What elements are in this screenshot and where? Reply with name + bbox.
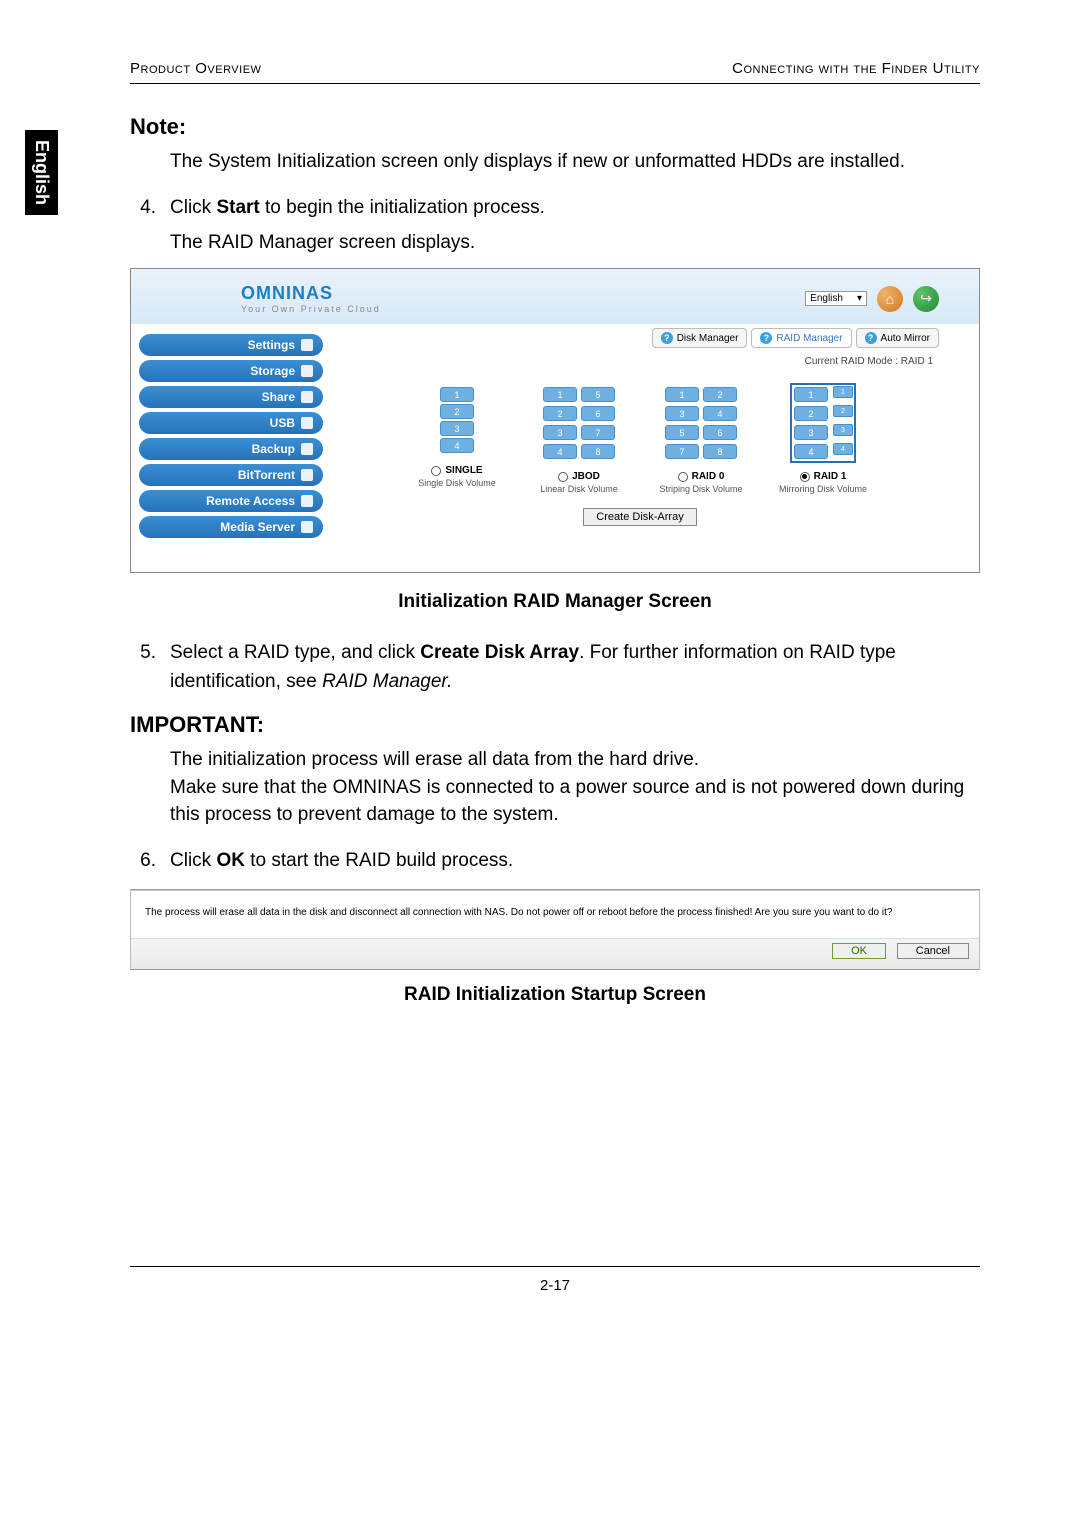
backup-icon (301, 443, 313, 455)
important-heading: IMPORTANT: (130, 712, 980, 738)
remote-icon (301, 495, 313, 507)
sidebar-label: Backup (252, 442, 295, 456)
step5-number: 5. (130, 639, 170, 696)
header-left: Product Overview (130, 60, 261, 77)
sidebar: Settings Storage Share USB Backup BitTor… (131, 324, 331, 572)
sidebar-item-bittorrent[interactable]: BitTorrent (139, 464, 323, 486)
step4-part-c: to begin the initialization process. (260, 197, 545, 218)
step4-bold: Start (216, 197, 259, 218)
note-body: The System Initialization screen only di… (170, 148, 980, 176)
step6-number: 6. (130, 847, 170, 876)
gear-icon (301, 339, 313, 351)
tab-label: Disk Manager (677, 333, 739, 344)
note-heading: Note: (130, 114, 980, 140)
tab-disk-manager[interactable]: ? Disk Manager (652, 328, 748, 348)
media-icon (301, 521, 313, 533)
figure-caption-2: RAID Initialization Startup Screen (130, 984, 980, 1006)
step6-part-c: to start the RAID build process. (245, 850, 513, 871)
tab-raid-manager[interactable]: ? RAID Manager (751, 328, 851, 348)
language-tab: English (25, 130, 58, 215)
app-logo-sub: Your Own Private Cloud (241, 304, 381, 314)
footer-rule (130, 1266, 980, 1267)
raid-label: SINGLE (445, 465, 482, 476)
sidebar-item-backup[interactable]: Backup (139, 438, 323, 460)
sidebar-item-usb[interactable]: USB (139, 412, 323, 434)
sidebar-label: Storage (250, 364, 295, 378)
usb-icon (301, 417, 313, 429)
sidebar-label: Share (262, 390, 295, 404)
bittorrent-icon (301, 469, 313, 481)
sidebar-item-share[interactable]: Share (139, 386, 323, 408)
raid1-disk-diagram: 11 22 33 44 (792, 385, 854, 461)
sidebar-label: Settings (248, 338, 295, 352)
important-body: The initialization process will erase al… (170, 746, 980, 829)
radio-icon[interactable] (431, 466, 441, 476)
confirmation-dialog: The process will erase all data in the d… (130, 889, 980, 970)
raid-option-single[interactable]: 1234 SINGLE Single Disk Volume (409, 385, 505, 494)
raid-option-raid0[interactable]: 12 34 56 78 RAID 0 Striping Disk Volume (653, 385, 749, 494)
tab-label: Auto Mirror (881, 333, 930, 344)
sidebar-label: Media Server (220, 520, 295, 534)
step5-bold: Create Disk Array (420, 642, 579, 663)
create-disk-array-button[interactable]: Create Disk-Array (583, 508, 696, 526)
step5-text: Select a RAID type, and click Create Dis… (170, 639, 980, 696)
sidebar-label: Remote Access (206, 494, 295, 508)
current-raid-mode: Current RAID Mode : RAID 1 (341, 356, 939, 367)
header-rule (130, 83, 980, 84)
share-icon (301, 391, 313, 403)
dialog-message: The process will erase all data in the d… (141, 897, 969, 932)
ok-button[interactable]: OK (832, 943, 886, 959)
step5-italic: RAID Manager. (322, 671, 452, 692)
page-number: 2-17 (130, 1277, 980, 1294)
raid-label: JBOD (572, 471, 600, 482)
question-icon: ? (760, 332, 772, 344)
raid-label: RAID 0 (692, 471, 725, 482)
step4-part-a: Click (170, 197, 216, 218)
sidebar-label: BitTorrent (238, 468, 295, 482)
raid-option-jbod[interactable]: 15 26 37 48 JBOD Linear Disk Volume (531, 385, 627, 494)
step5-part-a: Select a RAID type, and click (170, 642, 420, 663)
language-select[interactable]: English ▾ (805, 291, 867, 306)
raid-label: RAID 1 (814, 471, 847, 482)
step4-number: 4. (130, 194, 170, 223)
header-right: Connecting with the Finder Utility (732, 60, 980, 77)
sidebar-item-settings[interactable]: Settings (139, 334, 323, 356)
home-icon[interactable]: ⌂ (877, 286, 903, 312)
language-select-value: English (810, 293, 843, 304)
cancel-button[interactable]: Cancel (897, 943, 969, 959)
single-disk-diagram: 1234 (438, 385, 476, 455)
step6-bold: OK (216, 850, 245, 871)
radio-icon[interactable] (800, 472, 810, 482)
jbod-disk-diagram: 15 26 37 48 (541, 385, 617, 461)
step6-part-a: Click (170, 850, 216, 871)
raid-desc: Mirroring Disk Volume (779, 484, 867, 494)
raid-desc: Linear Disk Volume (540, 484, 618, 494)
sidebar-item-remote[interactable]: Remote Access (139, 490, 323, 512)
sidebar-item-media[interactable]: Media Server (139, 516, 323, 538)
step4-text: Click Start to begin the initialization … (170, 194, 980, 223)
tab-label: RAID Manager (776, 333, 842, 344)
question-icon: ? (661, 332, 673, 344)
tab-auto-mirror[interactable]: ? Auto Mirror (856, 328, 939, 348)
sidebar-label: USB (270, 416, 295, 430)
raid-desc: Striping Disk Volume (659, 484, 742, 494)
radio-icon[interactable] (678, 472, 688, 482)
logout-icon[interactable]: ↪ (913, 286, 939, 312)
raid-desc: Single Disk Volume (418, 478, 496, 488)
figure-caption-1: Initialization RAID Manager Screen (130, 591, 980, 613)
raid-manager-screenshot: OMNINAS Your Own Private Cloud English ▾… (130, 268, 980, 573)
app-logo: OMNINAS (241, 283, 381, 304)
step4-subtext: The RAID Manager screen displays. (170, 232, 980, 254)
radio-icon[interactable] (558, 472, 568, 482)
raid0-disk-diagram: 12 34 56 78 (663, 385, 739, 461)
question-icon: ? (865, 332, 877, 344)
step6-text: Click OK to start the RAID build process… (170, 847, 980, 876)
raid-option-raid1[interactable]: 11 22 33 44 RAID 1 Mirroring Disk Volume (775, 385, 871, 494)
storage-icon (301, 365, 313, 377)
sidebar-item-storage[interactable]: Storage (139, 360, 323, 382)
chevron-down-icon: ▾ (857, 293, 862, 304)
